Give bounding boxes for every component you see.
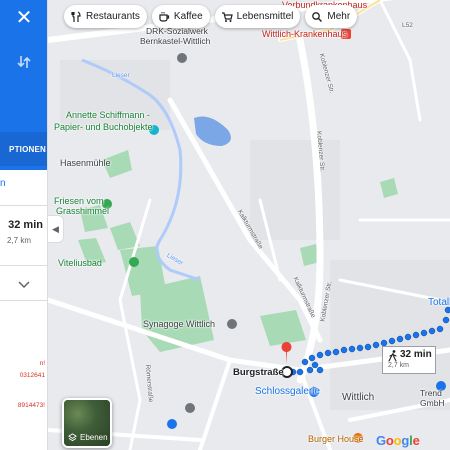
duration-time: 32 min [400,349,432,360]
label-l52: L52 [402,22,413,29]
panel-red-text: n! [39,360,45,367]
route-time[interactable]: 32 min [8,219,43,231]
label-trend-1[interactable]: Trend [420,388,442,398]
cart-icon [221,11,233,22]
panel-red-text: 0312641 [19,372,45,379]
chip-mehr[interactable]: Mehr [305,5,358,28]
duration-distance: 2,7 km [388,362,410,369]
chip-kaffee[interactable]: Kaffee [151,5,210,28]
category-chips: Restaurants Kaffee Lebensmittel Mehr [64,5,358,28]
divider [0,300,47,301]
route-duration-box[interactable]: 32 min 2,7 km [382,346,436,374]
label-friesen-1[interactable]: Friesen vom [54,196,104,206]
label-lieser-1: Lieser [112,72,130,79]
layers-label: Ebenen [68,433,108,442]
walking-icon [388,350,397,362]
swap-icon[interactable] [12,50,36,74]
collapse-panel-button[interactable]: ◀ [48,215,64,243]
coffee-icon [159,11,170,22]
search-icon [312,11,323,22]
label-schlossgalerie[interactable]: Schlossgalerie [255,386,320,397]
fork-knife-icon [71,10,81,22]
map-app: Verbundkrankenhaus DRK-Sozialwerk Bernka… [0,0,450,450]
route-distance: 2,7 km [6,236,31,245]
divider [0,265,47,266]
label-annette-2[interactable]: Papier- und Buchobjekte [54,122,153,132]
label-wittlich-krankenhaus[interactable]: Wittlich-Krankenhaus [262,29,347,39]
panel-red-text: 8914473! [17,402,45,409]
chevron-down-icon[interactable] [18,276,30,294]
label-friesen-2[interactable]: Grasshimmel [56,206,109,216]
label-burgstrasse[interactable]: Burgstraße [233,367,284,378]
layers-button[interactable]: Ebenen [62,398,112,448]
label-burger-house[interactable]: Burger House [308,434,364,444]
label-drk-2[interactable]: Bernkastel-Wittlich [140,36,210,46]
chip-restaurants[interactable]: Restaurants [64,5,147,28]
label-totall[interactable]: Totall [428,297,450,308]
panel-text-n[interactable]: n [0,178,6,189]
label-trend-2[interactable]: GmbH [420,398,445,408]
label-synagoge[interactable]: Synagoge Wittlich [143,319,215,329]
label-wittlich: Wittlich [342,392,375,403]
options-tab[interactable]: PTIONEN [0,132,47,166]
directions-panel: ✕ PTIONEN n 32 min 2,7 km n! 0312641 891… [0,0,48,450]
chip-label: Restaurants [86,11,140,22]
label-viteliusbad[interactable]: Viteliusbad [58,258,102,268]
close-icon[interactable]: ✕ [12,5,36,29]
chip-lebensmittel[interactable]: Lebensmittel [214,5,301,28]
divider [0,205,47,206]
label-hasenmuehle[interactable]: Hasenmühle [60,158,111,168]
google-logo: Google [376,433,420,448]
panel-header: ✕ PTIONEN [0,0,47,170]
chip-label: Mehr [327,11,351,22]
map-canvas[interactable] [0,0,450,450]
layers-icon [68,433,77,442]
chip-label: Kaffee [173,11,203,22]
chip-label: Lebensmittel [236,11,294,22]
label-annette-1[interactable]: Annette Schiffmann - [66,110,150,120]
